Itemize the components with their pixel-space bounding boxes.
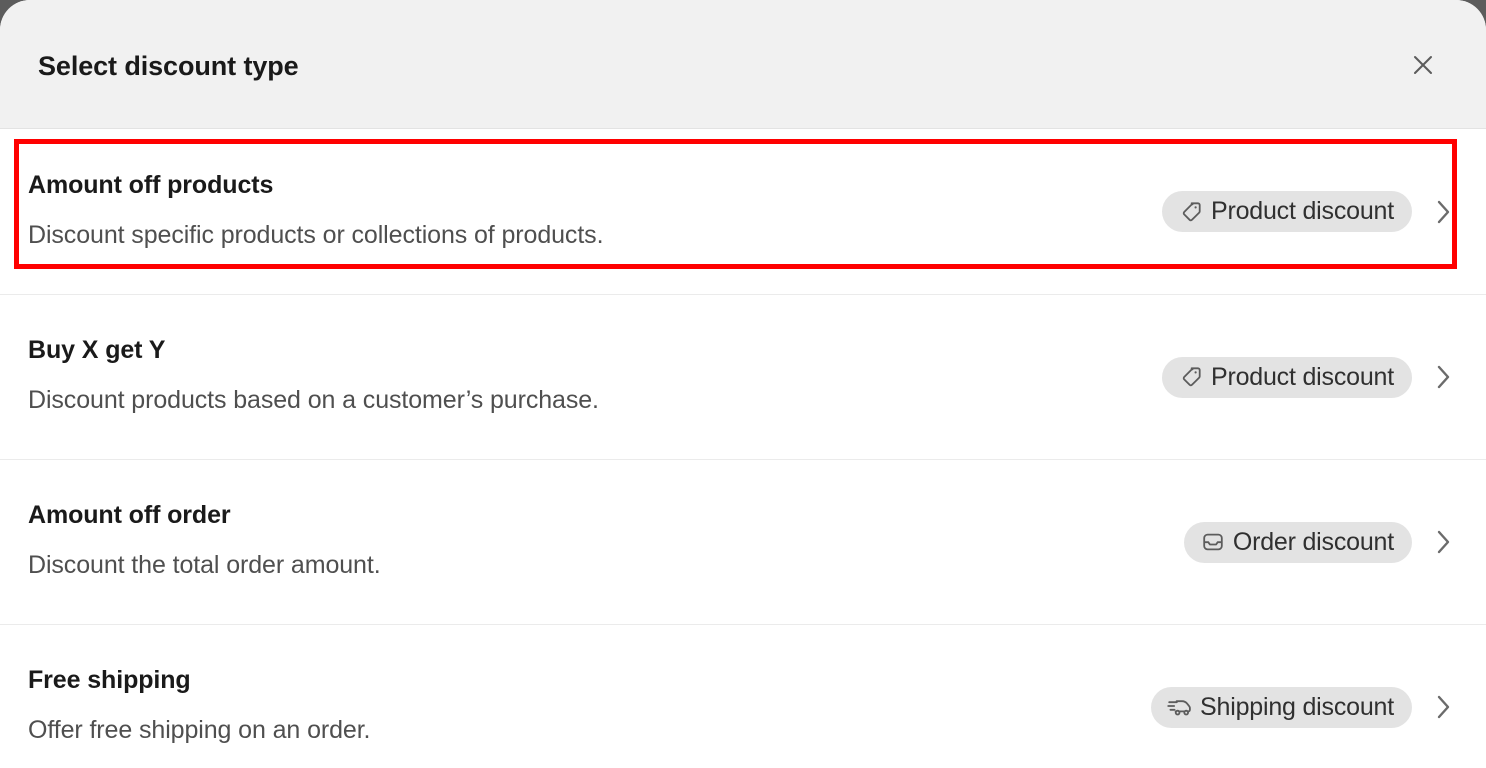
option-meta: Order discount (1183, 521, 1456, 563)
status-badge: Shipping discount (1151, 686, 1412, 728)
close-button[interactable] (1406, 48, 1440, 82)
list-item[interactable]: Amount off order Discount the total orde… (0, 459, 1486, 624)
option-title: Amount off products (28, 170, 274, 199)
option-description: Discount products based on a customer’s … (28, 386, 599, 414)
list-item[interactable]: Free shipping Offer free shipping on an … (0, 624, 1486, 768)
price-tag-icon (1178, 364, 1204, 390)
option-text-block: Amount off order Discount the total orde… (28, 500, 1184, 584)
option-title: Amount off order (28, 501, 231, 529)
chevron-right-icon[interactable] (1432, 196, 1456, 228)
option-text-block: Free shipping Offer free shipping on an … (28, 665, 1151, 749)
option-description: Discount the total order amount. (28, 551, 381, 579)
select-discount-type-modal: Select discount type Amount off products… (0, 0, 1486, 768)
option-meta: Shipping discount (1151, 686, 1456, 728)
price-tag-icon (1178, 199, 1204, 225)
badge-label: Shipping discount (1200, 692, 1394, 721)
option-description: Offer free shipping on an order. (28, 716, 371, 744)
option-text-block: Buy X get Y Discount products based on a… (28, 335, 1162, 419)
page-title: Select discount type (38, 51, 299, 81)
delivery-truck-icon (1167, 694, 1193, 720)
status-badge: Product discount (1161, 191, 1412, 232)
close-icon (1411, 53, 1435, 77)
chevron-right-icon[interactable] (1432, 526, 1456, 558)
badge-label: Product discount (1210, 362, 1394, 391)
status-badge: Product discount (1161, 356, 1412, 398)
option-description: Discount specific products or collection… (28, 220, 604, 249)
list-item[interactable]: Amount off products Discount specific pr… (0, 129, 1486, 294)
chevron-right-icon[interactable] (1432, 691, 1456, 723)
option-text-block: Amount off products Discount specific pr… (28, 170, 1162, 254)
status-badge: Order discount (1183, 521, 1412, 563)
option-title: Buy X get Y (28, 336, 166, 364)
option-meta: Product discount (1161, 191, 1456, 232)
badge-label: Product discount (1210, 197, 1394, 225)
option-meta: Product discount (1161, 356, 1456, 398)
modal-header: Select discount type (0, 0, 1486, 129)
option-title: Free shipping (28, 666, 191, 694)
badge-label: Order discount (1232, 527, 1394, 556)
discount-type-list: Amount off products Discount specific pr… (0, 129, 1486, 768)
inbox-tray-icon (1200, 529, 1226, 555)
list-item[interactable]: Buy X get Y Discount products based on a… (0, 294, 1486, 459)
chevron-right-icon[interactable] (1432, 361, 1456, 393)
